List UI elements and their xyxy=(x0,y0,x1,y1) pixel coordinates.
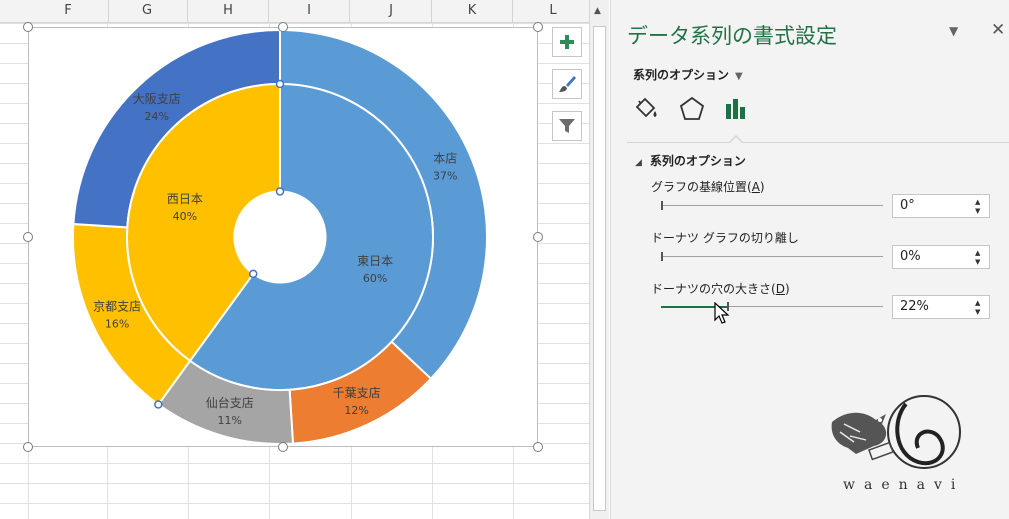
tab-fill-line[interactable] xyxy=(631,94,661,124)
spin-down-icon[interactable]: ▼ xyxy=(975,308,980,316)
hole-size-value[interactable]: 22% xyxy=(900,299,929,314)
outer-ring-value-label[interactable]: 24% xyxy=(145,110,169,123)
vertical-scrollbar[interactable]: ▲ xyxy=(589,0,609,519)
column-header-F[interactable]: F xyxy=(28,0,109,22)
donut-chart[interactable]: 本店 37% 千葉支店 12% 仙台支店 11% 京都支店 16% 大阪支店 24% 東日本 60% 西… xyxy=(29,28,539,448)
doughnut-explosion-label: ドーナツ グラフの切り離し xyxy=(651,231,799,245)
outer-ring-category-label[interactable]: 仙台支店 xyxy=(206,395,254,410)
series-point-handle[interactable] xyxy=(275,187,285,196)
chart-resize-handle-left[interactable] xyxy=(23,232,33,242)
outer-ring-value-label[interactable]: 16% xyxy=(105,318,129,331)
series-point-handle[interactable] xyxy=(275,79,285,89)
inner-ring-value-label[interactable]: 40% xyxy=(173,210,197,223)
column-header-G[interactable]: G xyxy=(107,0,188,22)
column-header-L[interactable]: L xyxy=(513,0,590,22)
scrollbar-thumb[interactable] xyxy=(593,26,606,511)
funnel-icon xyxy=(559,119,575,133)
tab-divider xyxy=(627,142,1009,143)
explosion-value[interactable]: 0% xyxy=(900,249,921,264)
chart-resize-handle-right[interactable] xyxy=(533,232,543,242)
series-options-dropdown-label: 系列のオプション xyxy=(633,68,730,82)
series-point-handle[interactable] xyxy=(248,269,258,279)
series-options-bar-icon xyxy=(726,99,745,119)
plus-icon xyxy=(560,35,574,49)
column-header-H[interactable]: H xyxy=(188,0,269,22)
series-options-section-header[interactable]: ◢ 系列のオプション xyxy=(635,152,746,169)
inner-ring-category-label[interactable]: 東日本 xyxy=(357,254,393,268)
chart-resize-handle-bottom-right[interactable] xyxy=(533,442,543,452)
collapse-caret-icon: ◢ xyxy=(635,158,642,168)
outer-ring-category-label[interactable]: 千葉支店 xyxy=(333,386,381,400)
chart-styles-button[interactable] xyxy=(552,69,582,99)
chart-resize-handle-top-left[interactable] xyxy=(23,22,33,32)
explosion-slider-track[interactable] xyxy=(661,256,883,257)
outer-ring-category-label[interactable]: 本店 xyxy=(433,152,457,166)
doughnut-hole-size-label: ドーナツの穴の大きさ(D) xyxy=(651,282,790,296)
chart-resize-handle-bottom-left[interactable] xyxy=(23,442,33,452)
series-point-handle[interactable] xyxy=(154,400,163,409)
inner-ring-value-label[interactable]: 60% xyxy=(363,272,387,285)
chart-elements-button[interactable] xyxy=(552,27,582,57)
spin-up-icon[interactable]: ▲ xyxy=(975,249,980,257)
tab-effects[interactable] xyxy=(677,94,707,124)
column-header-K[interactable]: K xyxy=(432,0,513,22)
angle-spinbox[interactable]: 0° ▲ ▼ xyxy=(892,194,990,218)
close-icon[interactable]: ✕ xyxy=(991,20,1005,40)
spin-up-icon[interactable]: ▲ xyxy=(975,198,980,206)
section-title: 系列のオプション xyxy=(649,154,746,168)
angle-value[interactable]: 0° xyxy=(900,198,915,213)
outer-ring-value-label[interactable]: 11% xyxy=(218,414,242,427)
outer-ring-value-label[interactable]: 37% xyxy=(433,170,457,183)
inner-ring-category-label[interactable]: 西日本 xyxy=(167,192,203,206)
hole-size-spinbox[interactable]: 22% ▲ ▼ xyxy=(892,295,990,319)
column-header-row: FGHIJKL xyxy=(0,0,590,23)
spin-down-icon[interactable]: ▼ xyxy=(975,207,980,215)
column-header-J[interactable]: J xyxy=(351,0,432,22)
paintbrush-icon xyxy=(559,76,576,92)
mouse-pointer-icon xyxy=(714,302,730,324)
outer-ring-category-label[interactable]: 京都支店 xyxy=(93,300,141,314)
series-options-dropdown[interactable]: 系列のオプション ▼ xyxy=(633,66,743,83)
worksheet-area[interactable]: FGHIJKL 本店 37% 千葉支店 12% 仙台支店 11% 京都支店 16% 大阪支店 24… xyxy=(0,0,590,519)
outer-ring-value-label[interactable]: 12% xyxy=(344,404,368,417)
pane-title: データ系列の書式設定 xyxy=(627,24,837,48)
spin-down-icon[interactable]: ▼ xyxy=(975,258,980,266)
watermark-text: waenavi xyxy=(843,477,965,493)
explosion-slider-thumb[interactable] xyxy=(661,252,663,261)
chevron-down-icon: ▼ xyxy=(735,71,743,82)
chart-resize-handle-top[interactable] xyxy=(278,22,288,32)
angle-of-first-slice-label: グラフの基線位置(A) xyxy=(651,180,765,194)
chart-resize-handle-bottom[interactable] xyxy=(278,442,288,452)
bird-seal-logo xyxy=(831,395,961,469)
chart-resize-handle-top-right[interactable] xyxy=(533,22,543,32)
fill-line-icon xyxy=(635,97,657,118)
effects-pentagon-icon xyxy=(679,96,705,120)
explosion-spinbox[interactable]: 0% ▲ ▼ xyxy=(892,245,990,269)
chart-area[interactable]: 本店 37% 千葉支店 12% 仙台支店 11% 京都支店 16% 大阪支店 24% 東日本 60% 西… xyxy=(28,27,538,447)
tab-series-options[interactable] xyxy=(721,94,751,124)
outer-ring-category-label[interactable]: 大阪支店 xyxy=(133,92,181,106)
spin-up-icon[interactable]: ▲ xyxy=(975,299,980,307)
chart-filters-button[interactable] xyxy=(552,111,582,141)
scroll-up-arrow-icon[interactable]: ▲ xyxy=(594,6,601,16)
angle-slider-thumb[interactable] xyxy=(661,201,663,210)
angle-slider-track[interactable] xyxy=(661,205,883,206)
pane-options-caret-icon[interactable]: ▼ xyxy=(949,24,958,38)
column-header-I[interactable]: I xyxy=(269,0,350,22)
